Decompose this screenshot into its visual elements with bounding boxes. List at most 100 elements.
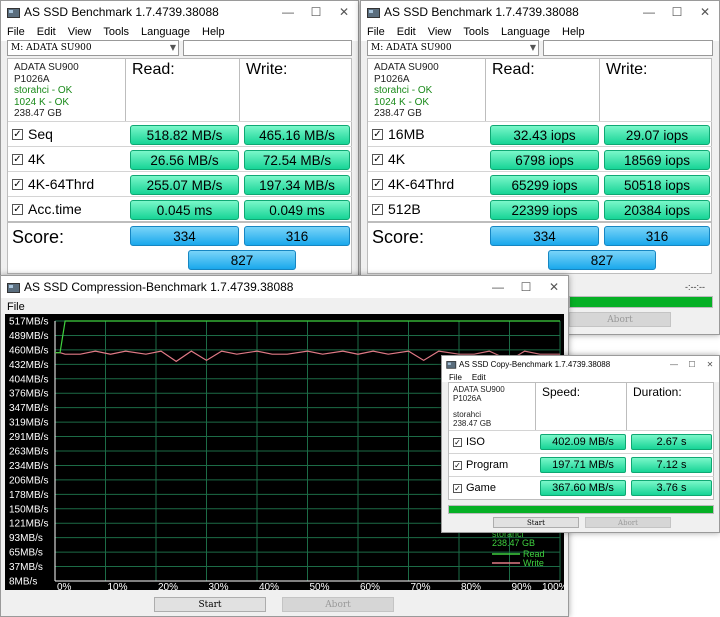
driver-status: storahci - OK — [14, 85, 73, 96]
maximize-button[interactable]: ☐ — [302, 1, 330, 23]
checkbox-icon[interactable]: ✓ — [453, 437, 462, 447]
drive-spacer — [453, 403, 535, 410]
read-header: Read: — [486, 59, 600, 121]
read-value: 0.045 ms — [130, 200, 239, 220]
minimize-button[interactable]: — — [484, 276, 512, 298]
copy-row-game: ✓ Game 367.60 MB/s 3.76 s — [449, 476, 714, 499]
score-label: Score: — [12, 227, 65, 247]
menu-help[interactable]: Help — [562, 26, 585, 38]
checkbox-icon[interactable]: ✓ — [12, 178, 23, 190]
close-button[interactable]: ✕ — [330, 1, 358, 23]
checkbox-icon[interactable]: ✓ — [453, 460, 462, 470]
read-value: 22399 iops — [490, 200, 599, 220]
score-total: 827 — [188, 250, 296, 270]
menu-edit[interactable]: Edit — [397, 26, 416, 38]
speed-header: Speed: — [536, 383, 627, 430]
checkbox-icon[interactable]: ✓ — [372, 128, 383, 140]
results-grid: ADATA SU900 P1026A storahci - OK 1024 K … — [367, 58, 712, 274]
checkbox-icon[interactable]: ✓ — [372, 153, 383, 165]
drive-app-icon — [446, 359, 457, 369]
write-value: 197.34 MB/s — [244, 175, 350, 195]
maximize-button[interactable]: ☐ — [683, 356, 701, 372]
copy-results-grid: ADATA SU900 P1026A storahci 238.47 GB Sp… — [448, 382, 714, 500]
close-button[interactable]: ✕ — [701, 356, 719, 372]
result-row-4k: ✓ 4K 26.56 MB/s 72.54 MB/s — [8, 146, 352, 171]
title-bar[interactable]: AS SSD Benchmark 1.7.4739.38088 — ☐ ✕ — [361, 1, 719, 23]
alignment-status: 1024 K - OK — [14, 96, 70, 108]
elapsed-timer: -:--:-- — [685, 282, 705, 292]
row-label: 4K — [388, 151, 406, 167]
menu-bar: File Edit — [442, 372, 719, 382]
minimize-button[interactable]: — — [635, 1, 663, 23]
benchmark-window-mbs: AS SSD Benchmark 1.7.4739.38088 — ☐ ✕ Fi… — [0, 0, 359, 280]
menu-tools[interactable]: Tools — [463, 26, 489, 38]
abort-button[interactable]: Abort — [569, 312, 671, 327]
x-tick-label: 90% — [512, 582, 532, 590]
title-bar[interactable]: AS SSD Compression-Benchmark 1.7.4739.38… — [1, 276, 568, 298]
abort-button[interactable]: Abort — [585, 517, 671, 528]
drive-select[interactable]: M: ADATA SU900 ▼ — [7, 40, 179, 56]
drive-model: ADATA SU900 — [14, 62, 79, 73]
x-tick-label: 80% — [461, 582, 481, 590]
menu-file[interactable]: File — [7, 301, 25, 313]
chevron-down-icon: ▼ — [169, 43, 176, 52]
title-bar[interactable]: AS SSD Copy-Benchmark 1.7.4739.38088 — ☐… — [442, 356, 719, 372]
drive-info: ADATA SU900 P1026A storahci 238.47 GB — [449, 383, 536, 430]
abort-button[interactable]: Abort — [282, 597, 394, 612]
menu-file[interactable]: File — [449, 373, 462, 382]
menu-edit[interactable]: Edit — [37, 26, 56, 38]
drive-select-value: M: ADATA SU900 — [11, 43, 92, 53]
write-header: Write: — [246, 61, 288, 78]
x-tick-label: 50% — [310, 582, 330, 590]
x-tick-label: 30% — [209, 582, 229, 590]
y-tick-label: 263MB/s — [9, 447, 48, 458]
menu-edit[interactable]: Edit — [472, 373, 486, 382]
y-tick-label: 206MB/s — [9, 475, 48, 486]
start-button[interactable]: Start — [154, 597, 266, 612]
write-value: 465.16 MB/s — [244, 125, 350, 145]
menu-help[interactable]: Help — [202, 26, 225, 38]
menu-view[interactable]: View — [68, 26, 92, 38]
minimize-button[interactable]: — — [274, 1, 302, 23]
y-tick-label: 65MB/s — [9, 548, 43, 559]
drive-app-icon — [366, 6, 380, 19]
checkbox-icon[interactable]: ✓ — [372, 178, 383, 190]
copy-row-program: ✓ Program 197.71 MB/s 7.12 s — [449, 453, 714, 476]
checkbox-icon[interactable]: ✓ — [12, 128, 23, 140]
menu-view[interactable]: View — [428, 26, 452, 38]
score-write: 316 — [604, 226, 710, 246]
menu-file[interactable]: File — [7, 26, 25, 38]
read-value: 255.07 MB/s — [130, 175, 239, 195]
close-button[interactable]: ✕ — [540, 276, 568, 298]
x-tick-label: 10% — [108, 582, 128, 590]
checkbox-icon[interactable]: ✓ — [12, 153, 23, 165]
score-read: 334 — [490, 226, 599, 246]
maximize-button[interactable]: ☐ — [512, 276, 540, 298]
drive-select[interactable]: M: ADATA SU900 ▼ — [367, 40, 539, 56]
title-bar[interactable]: AS SSD Benchmark 1.7.4739.38088 — ☐ ✕ — [1, 1, 358, 23]
result-row-512b: ✓ 512B 22399 iops 20384 iops — [368, 196, 712, 221]
maximize-button[interactable]: ☐ — [663, 1, 691, 23]
checkbox-icon[interactable]: ✓ — [12, 203, 23, 215]
read-value: 26.56 MB/s — [130, 150, 239, 170]
row-label: Game — [466, 482, 496, 494]
close-button[interactable]: ✕ — [691, 1, 719, 23]
checkbox-icon[interactable]: ✓ — [453, 483, 462, 493]
drive-path-input[interactable] — [183, 40, 352, 56]
x-tick-label: 0% — [57, 582, 72, 590]
start-button[interactable]: Start — [493, 517, 579, 528]
drive-path-input[interactable] — [543, 40, 713, 56]
alignment-status: 1024 K - OK — [374, 96, 430, 108]
menu-tools[interactable]: Tools — [103, 26, 129, 38]
window-title: AS SSD Benchmark 1.7.4739.38088 — [24, 5, 219, 19]
menu-language[interactable]: Language — [141, 26, 190, 38]
minimize-button[interactable]: — — [665, 356, 683, 372]
speed-value: 197.71 MB/s — [540, 457, 626, 473]
checkbox-icon[interactable]: ✓ — [372, 203, 383, 215]
legend-write-label: Write — [523, 558, 544, 568]
menu-language[interactable]: Language — [501, 26, 550, 38]
row-label: 16MB — [388, 126, 425, 142]
y-tick-label: 376MB/s — [9, 389, 48, 400]
menu-file[interactable]: File — [367, 26, 385, 38]
write-header: Write: — [606, 61, 648, 78]
